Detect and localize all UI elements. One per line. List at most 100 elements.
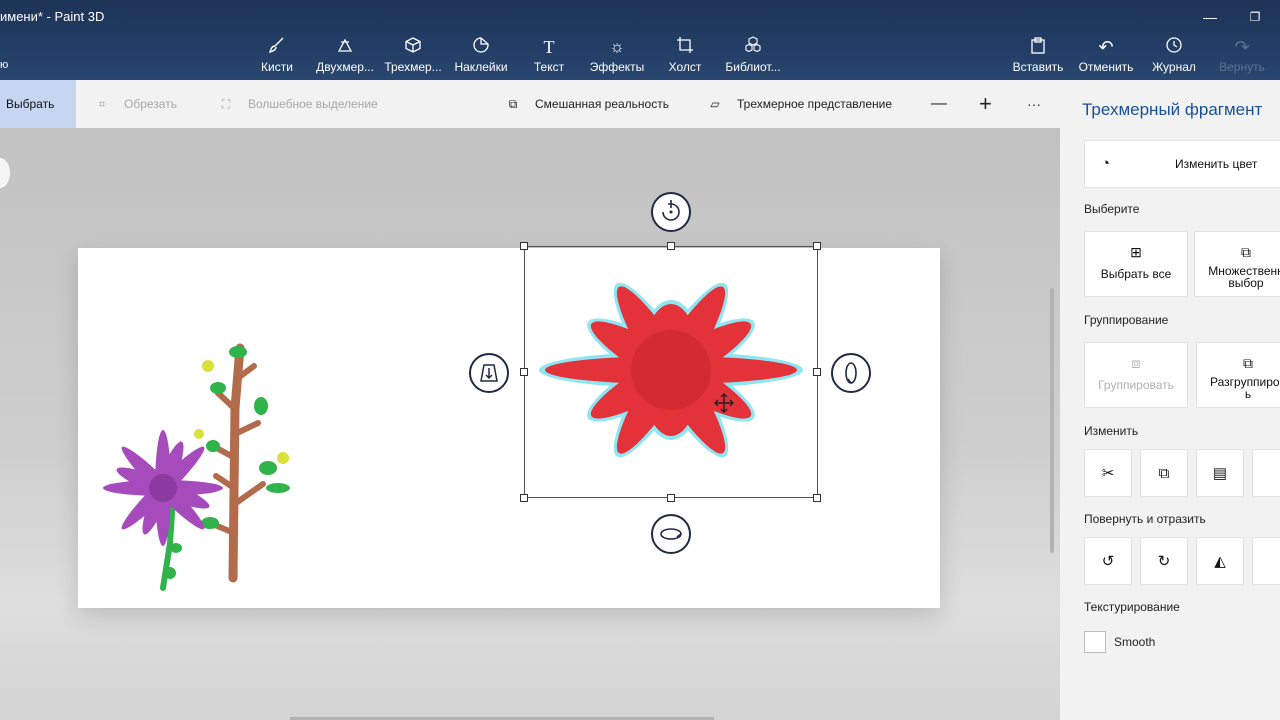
resize-handle-bl[interactable]	[520, 494, 528, 502]
3d-view-button[interactable]: ▱ Трехмерное представление	[707, 80, 892, 128]
tool-stickers-label: Наклейки	[454, 60, 508, 74]
tool-2d-shapes[interactable]: Двухмер...	[314, 36, 376, 80]
flip-horizontal-button[interactable]: ◭	[1196, 537, 1244, 585]
menu-stub[interactable]: ю	[0, 59, 8, 71]
select-all-icon: ⊞	[1130, 244, 1142, 260]
more-button[interactable]: ···	[1027, 80, 1041, 128]
crop-icon: ⌗	[98, 97, 106, 111]
rotate-y-handle[interactable]	[651, 514, 691, 554]
multi-select-button[interactable]: ⧉ Множественн выбор	[1194, 231, 1280, 297]
redo-icon: ↷	[1234, 37, 1250, 57]
tool-3d-shapes[interactable]: Трехмер...	[382, 36, 444, 80]
resize-handle-b[interactable]	[667, 494, 675, 502]
redo-button[interactable]: ↷ Вернуть	[1216, 36, 1268, 80]
copy-icon: ⧉	[1158, 465, 1170, 482]
depth-icon	[480, 364, 498, 382]
redo-label: Вернуть	[1219, 60, 1265, 74]
copy-button[interactable]: ⧉	[1140, 449, 1188, 497]
paste-panel-button[interactable]: ▤	[1196, 449, 1244, 497]
resize-handle-r[interactable]	[813, 368, 821, 376]
rotate-right-button[interactable]: ↻	[1140, 537, 1188, 585]
select-section-title: Выберите	[1084, 202, 1140, 216]
effects-icon: ☼	[609, 37, 625, 56]
multi-select-label-2: выбор	[1228, 276, 1264, 290]
tool-stickers[interactable]: Наклейки	[452, 36, 510, 80]
paste-panel-icon: ▤	[1212, 465, 1228, 482]
crop-label: Обрезать	[124, 97, 177, 111]
delete-button[interactable]: ▯	[1252, 449, 1280, 497]
flip-vertical-button[interactable]: ⊿	[1252, 537, 1280, 585]
tool-brushes[interactable]: Кисти	[253, 36, 301, 80]
flip-horizontal-icon: ◭	[1214, 553, 1226, 570]
select-all-button[interactable]: ⊞ Выбрать все	[1084, 231, 1188, 297]
resize-handle-br[interactable]	[813, 494, 821, 502]
workspace	[0, 128, 1060, 720]
crop-button[interactable]: ⌗ Обрезать	[94, 80, 177, 128]
zoom-out-button[interactable]: —	[931, 80, 947, 128]
paste-label: Вставить	[1012, 60, 1064, 74]
tool-canvas[interactable]: Холст	[664, 36, 706, 80]
tool-text-label: Текст	[533, 60, 565, 74]
undo-icon: ↶	[1098, 37, 1114, 57]
palette-icon: ◔	[1101, 155, 1111, 172]
collapse-handle[interactable]	[0, 158, 10, 188]
mixed-reality-icon: ⧉	[508, 97, 518, 111]
history-label: Журнал	[1152, 60, 1196, 74]
undo-button[interactable]: ↶ Отменить	[1077, 36, 1135, 80]
2d-shapes-icon	[314, 36, 376, 58]
tool-library[interactable]: Библиот...	[722, 36, 784, 80]
tool-2d-shapes-label: Двухмер...	[316, 60, 374, 74]
undo-label: Отменить	[1078, 60, 1134, 74]
tool-library-label: Библиот...	[725, 60, 781, 74]
properties-panel: Трехмерный фрагмент ◔ Изменить цвет Выбе…	[1060, 80, 1280, 720]
change-color-button[interactable]: ◔ Изменить цвет	[1084, 140, 1280, 188]
edit-section-title: Изменить	[1084, 424, 1139, 438]
group-label: Группировать	[1098, 378, 1174, 392]
selection-toolbar: Выбрать ⌗ Обрезать ⛶ Волшебное выделение ⧉…	[0, 80, 1060, 129]
minimize-button[interactable]: —	[1195, 6, 1225, 28]
select-all-label: Выбрать все	[1100, 267, 1172, 281]
magic-select-icon: ⛶	[221, 97, 231, 111]
history-button[interactable]: Журнал	[1150, 36, 1198, 80]
resize-handle-tl[interactable]	[520, 242, 528, 250]
rotate-left-button[interactable]: ↺	[1084, 537, 1132, 585]
select-button[interactable]: Выбрать	[0, 80, 76, 128]
magic-select-label: Волшебное выделение	[248, 97, 378, 111]
resize-handle-t[interactable]	[667, 242, 675, 250]
vertical-scrollbar[interactable]	[1050, 288, 1054, 553]
rotate-x-handle[interactable]	[831, 353, 871, 393]
rotate-z-handle[interactable]	[651, 192, 691, 232]
depth-handle[interactable]	[469, 353, 509, 393]
restore-button[interactable]: ❐	[1240, 6, 1270, 28]
brush-icon	[253, 36, 301, 58]
text-icon: T	[543, 37, 555, 57]
ungroup-label-2: ь	[1244, 387, 1252, 401]
3d-view-icon: ▱	[710, 97, 720, 111]
tool-brushes-label: Кисти	[261, 60, 293, 74]
resize-handle-l[interactable]	[520, 368, 528, 376]
texture-section-title: Текстурирование	[1084, 600, 1180, 614]
tool-canvas-label: Холст	[668, 60, 702, 74]
change-color-label: Изменить цвет	[1175, 157, 1258, 171]
group-icon: ⧈	[1131, 355, 1141, 371]
selection-box[interactable]	[524, 246, 818, 498]
magic-select-button[interactable]: ⛶ Волшебное выделение	[218, 80, 378, 128]
resize-handle-tr[interactable]	[813, 242, 821, 250]
mixed-reality-button[interactable]: ⧉ Смешанная реальность	[505, 80, 669, 128]
paste-button[interactable]: Вставить	[1012, 36, 1064, 80]
ungroup-button[interactable]: ⧉ Разгруппиров ь	[1196, 342, 1280, 408]
rotate-section-title: Повернуть и отразить	[1084, 512, 1206, 526]
ungroup-label-1: Разгруппиров	[1210, 375, 1280, 389]
smooth-checkbox[interactable]	[1084, 631, 1106, 653]
library-icon	[722, 36, 784, 58]
rotate-left-icon: ↺	[1101, 553, 1115, 570]
tool-effects[interactable]: ☼ Эффекты	[589, 36, 645, 80]
move-cursor-icon	[713, 392, 735, 414]
zoom-in-button[interactable]: +	[979, 80, 992, 128]
tool-text[interactable]: T Текст	[528, 36, 570, 80]
rotate-right-icon: ↻	[1157, 553, 1171, 570]
group-button[interactable]: ⧈ Группировать	[1084, 342, 1188, 408]
cut-button[interactable]: ✂	[1084, 449, 1132, 497]
rotate-x-icon	[845, 362, 857, 384]
mixed-reality-label: Смешанная реальность	[535, 97, 669, 111]
